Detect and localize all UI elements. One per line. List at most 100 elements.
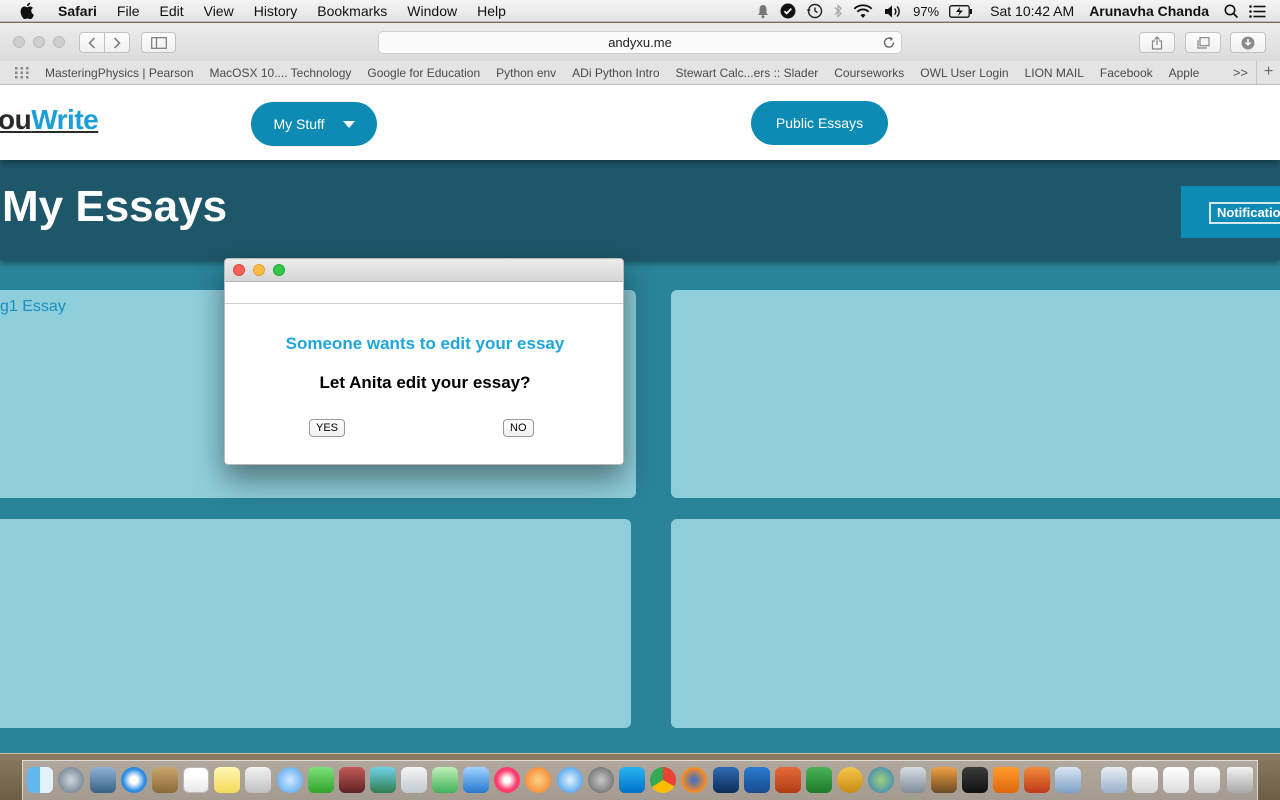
menu-window[interactable]: Window <box>397 0 467 22</box>
forward-button[interactable] <box>104 32 130 53</box>
keynote-icon[interactable] <box>463 767 489 793</box>
my-stuff-dropdown-button[interactable]: My Stuff <box>251 102 377 146</box>
matlab-icon[interactable] <box>1024 767 1050 793</box>
bookmark-adi-python[interactable]: ADi Python Intro <box>572 66 659 80</box>
bookmark-lion-mail[interactable]: LION MAIL <box>1025 66 1084 80</box>
facetime-icon[interactable] <box>308 767 334 793</box>
files-stack-icon[interactable] <box>1163 767 1189 793</box>
spotlight-search-icon[interactable] <box>1224 4 1239 19</box>
sidebar-icon <box>150 36 167 49</box>
share-button[interactable] <box>1139 32 1175 53</box>
bluetooth-icon[interactable] <box>833 3 843 19</box>
messages-icon[interactable] <box>277 767 303 793</box>
essay-card-4[interactable] <box>671 519 1280 728</box>
volume-icon[interactable] <box>883 4 903 19</box>
tabs-overview-button[interactable] <box>1185 32 1221 53</box>
essay-card-2[interactable] <box>671 290 1280 498</box>
image-capture-icon[interactable] <box>900 767 926 793</box>
menu-help[interactable]: Help <box>467 0 516 22</box>
apple-icon[interactable] <box>20 2 38 20</box>
essay-card-title[interactable]: g1 Essay <box>0 298 66 316</box>
notes-icon[interactable] <box>214 767 240 793</box>
virtualbox-icon[interactable] <box>1055 767 1081 793</box>
time-machine-icon[interactable] <box>806 3 823 19</box>
skype-icon[interactable] <box>619 767 645 793</box>
essay-card-3[interactable] <box>0 519 631 728</box>
bookmark-google-education[interactable]: Google for Education <box>367 66 480 80</box>
window-close-button[interactable] <box>13 36 25 48</box>
dialog-close-button[interactable] <box>233 264 245 276</box>
bookmark-python-env[interactable]: Python env <box>496 66 556 80</box>
new-tab-button[interactable]: + <box>1256 61 1280 84</box>
calendar-icon[interactable] <box>183 767 209 793</box>
launchpad-icon[interactable] <box>58 767 84 793</box>
reload-icon[interactable] <box>882 35 896 56</box>
notifications-button[interactable]: Notifications <box>1181 186 1280 238</box>
menu-app-safari[interactable]: Safari <box>52 0 107 22</box>
outlook-icon[interactable] <box>837 767 863 793</box>
dialog-zoom-button[interactable] <box>273 264 285 276</box>
more-bookmarks-button[interactable]: >> <box>1233 65 1248 80</box>
menu-bookmarks[interactable]: Bookmarks <box>307 0 397 22</box>
bookmark-owl[interactable]: OWL User Login <box>920 66 1008 80</box>
battery-percent[interactable]: 97% <box>913 4 939 19</box>
no-button[interactable]: NO <box>503 419 534 437</box>
itunes-icon[interactable] <box>494 767 520 793</box>
clock[interactable]: Sat 10:42 AM <box>990 3 1074 19</box>
bookmark-facebook[interactable]: Facebook <box>1100 66 1153 80</box>
screenshots-stack-icon[interactable] <box>1194 767 1220 793</box>
trash-icon[interactable] <box>1227 767 1253 793</box>
dialog-minimize-button[interactable] <box>253 264 265 276</box>
app-store-icon[interactable] <box>557 767 583 793</box>
bookmark-apple[interactable]: Apple <box>1169 66 1200 80</box>
menu-history[interactable]: History <box>244 0 308 22</box>
site-logo[interactable]: ouWrite <box>0 104 99 136</box>
bookmark-masteringphysics[interactable]: MasteringPhysics | Pearson <box>45 66 194 80</box>
numbers-icon[interactable] <box>432 767 458 793</box>
vlc-icon[interactable] <box>993 767 1019 793</box>
network-globe-icon[interactable] <box>868 767 894 793</box>
downloads-stack-icon[interactable] <box>1101 767 1127 793</box>
user-name[interactable]: Arunavha Chanda <box>1089 3 1209 19</box>
top-sites-grid-icon[interactable] <box>15 66 29 79</box>
menu-edit[interactable]: Edit <box>149 0 193 22</box>
terminal-icon[interactable] <box>962 767 988 793</box>
notification-center-icon[interactable] <box>1249 4 1266 18</box>
menu-view[interactable]: View <box>194 0 244 22</box>
chevron-right-icon <box>113 36 121 49</box>
address-bar[interactable]: andyxu.me <box>378 31 902 54</box>
bookmark-macosx[interactable]: MacOSX 10.... Technology <box>210 66 352 80</box>
bookmark-stewart-calc[interactable]: Stewart Calc...ers :: Slader <box>676 66 819 80</box>
sidebar-toggle-button[interactable] <box>141 32 176 53</box>
battery-charging-icon[interactable] <box>949 4 973 18</box>
safari-icon[interactable] <box>121 767 147 793</box>
slate-icon[interactable] <box>713 767 739 793</box>
powerpoint-icon[interactable] <box>775 767 801 793</box>
finder-icon[interactable] <box>27 767 53 793</box>
sublime-text-icon[interactable] <box>931 767 957 793</box>
photo-booth-icon[interactable] <box>339 767 365 793</box>
notification-bell-icon[interactable] <box>756 4 770 19</box>
wifi-icon[interactable] <box>853 3 873 19</box>
iphoto-icon[interactable] <box>370 767 396 793</box>
word-icon[interactable] <box>744 767 770 793</box>
document-stack-icon[interactable] <box>1132 767 1158 793</box>
window-minimize-button[interactable] <box>33 36 45 48</box>
chrome-icon[interactable] <box>650 767 676 793</box>
firefox-icon[interactable] <box>681 767 707 793</box>
yes-button[interactable]: YES <box>309 419 346 437</box>
window-zoom-button[interactable] <box>53 36 65 48</box>
pages-icon[interactable] <box>401 767 427 793</box>
downloads-button[interactable] <box>1230 32 1266 53</box>
public-essays-button[interactable]: Public Essays <box>751 101 888 145</box>
reminders-icon[interactable] <box>245 767 271 793</box>
ibooks-icon[interactable] <box>525 767 551 793</box>
back-button[interactable] <box>79 32 105 53</box>
menu-file[interactable]: File <box>107 0 150 22</box>
contacts-icon[interactable] <box>152 767 178 793</box>
mission-control-icon[interactable] <box>90 767 116 793</box>
system-preferences-icon[interactable] <box>588 767 614 793</box>
evernote-check-icon[interactable] <box>780 3 796 19</box>
excel-icon[interactable] <box>806 767 832 793</box>
bookmark-courseworks[interactable]: Courseworks <box>834 66 904 80</box>
